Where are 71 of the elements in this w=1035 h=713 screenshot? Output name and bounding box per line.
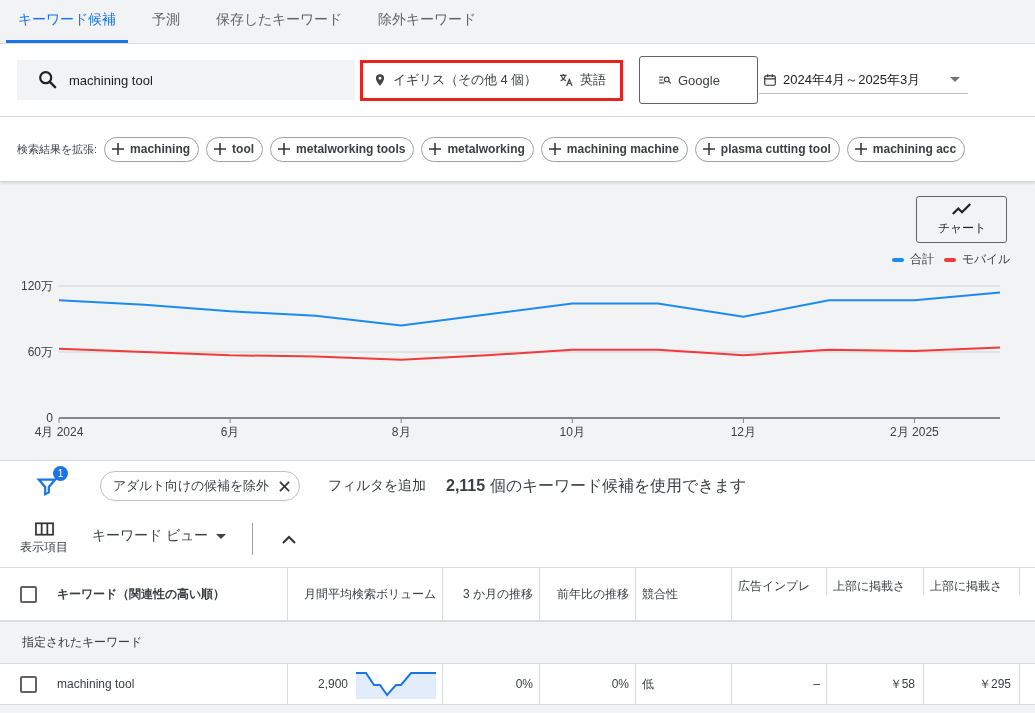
plus-icon <box>278 143 291 155</box>
keyword-chip[interactable]: machining machine <box>540 136 688 162</box>
table-cell: machining tool <box>57 677 135 691</box>
table-cell: 0% <box>515 677 533 691</box>
translate-icon <box>558 72 574 88</box>
x-tick-label: 8月 <box>391 425 411 439</box>
column-header[interactable]: 月間平均検索ボリューム <box>304 585 436 603</box>
caret-icon <box>950 77 961 82</box>
keyword-chip[interactable]: metalworking <box>421 136 534 162</box>
select-all-checkbox[interactable] <box>20 585 37 603</box>
column-header[interactable]: 広告インプレ <box>738 578 810 595</box>
plus-icon <box>854 143 867 155</box>
language-button[interactable]: 英語 <box>558 71 606 89</box>
search-list-icon <box>658 73 672 87</box>
column-header[interactable]: 前年比の推移 <box>557 585 629 603</box>
legend-item: モバイル <box>944 251 1010 268</box>
column-header[interactable]: 上部に掲載さ <box>930 578 1002 595</box>
y-tick-label: 0 <box>46 411 53 425</box>
plus-icon <box>702 143 715 155</box>
columns-icon <box>34 522 54 536</box>
network-button[interactable]: Google <box>639 56 758 104</box>
filter-count-badge: 1 <box>53 466 68 481</box>
table-cell: 2,900 <box>317 677 348 691</box>
calendar-icon <box>763 72 777 87</box>
add-filter-button[interactable]: フィルタを追加 <box>328 477 426 495</box>
plus-icon <box>429 143 442 155</box>
legend-item: 合計 <box>892 251 934 268</box>
close-icon[interactable] <box>279 480 290 492</box>
search-field[interactable]: machining tool <box>17 60 355 100</box>
row-checkbox[interactable] <box>20 675 37 693</box>
caret-icon <box>215 533 226 539</box>
tab[interactable]: 除外キーワード <box>366 0 488 43</box>
date-range-dropdown[interactable]: 2024年4月～2025年3月 <box>759 66 969 94</box>
location-button[interactable]: イギリス（その他 4 個） <box>373 71 538 89</box>
keyword-chip[interactable]: tool <box>206 136 264 162</box>
keyword-chip[interactable]: metalworking tools <box>270 136 415 162</box>
pin-icon <box>373 73 387 87</box>
collapse-icon[interactable] <box>281 534 296 544</box>
y-tick-label: 60万 <box>27 345 53 359</box>
x-tick-label: 12月 <box>730 425 757 439</box>
x-tick-label: 10月 <box>559 425 585 439</box>
expand-label: 検索結果を拡張: <box>17 141 98 157</box>
tab[interactable]: 予測 <box>140 0 192 43</box>
x-tick-label: 4月 2024 <box>34 425 84 439</box>
column-header[interactable]: キーワード（関連性の高い順） <box>57 585 225 603</box>
x-tick-label: 6月 <box>220 425 240 439</box>
columns-button[interactable]: 表示項目 <box>20 522 68 556</box>
column-header[interactable]: 上部に掲載さ <box>833 578 905 595</box>
tab[interactable]: 保存したキーワード <box>204 0 354 43</box>
view-dropdown[interactable]: キーワード ビュー <box>92 527 226 545</box>
plus-icon <box>112 143 125 155</box>
table-cell: 0% <box>611 677 629 691</box>
column-header[interactable]: 3 か月の推移 <box>463 585 533 603</box>
keyword-chip[interactable]: machining <box>104 136 200 162</box>
column-header[interactable]: 競合性 <box>642 585 678 603</box>
keyword-count-text: 2,115 個のキーワード候補を使用できます <box>446 475 746 496</box>
table-cell: ￥58 <box>889 675 915 693</box>
plus-icon <box>548 143 561 155</box>
chart-button[interactable]: チャート <box>916 196 1007 243</box>
y-tick-label: 120万 <box>20 279 53 293</box>
x-tick-label: 2月 2025 <box>890 425 939 439</box>
keyword-chip[interactable]: plasma cutting tool <box>694 136 840 162</box>
trend-line-icon <box>950 202 973 216</box>
plus-icon <box>214 143 227 155</box>
group-label: 指定されたキーワード <box>22 634 142 651</box>
keyword-chip[interactable]: machining acc <box>846 136 966 162</box>
filter-icon[interactable] <box>36 475 58 497</box>
table-cell: – <box>813 677 820 691</box>
table-cell: ￥295 <box>978 675 1011 693</box>
search-icon <box>37 69 59 91</box>
table-cell: 低 <box>642 675 654 693</box>
